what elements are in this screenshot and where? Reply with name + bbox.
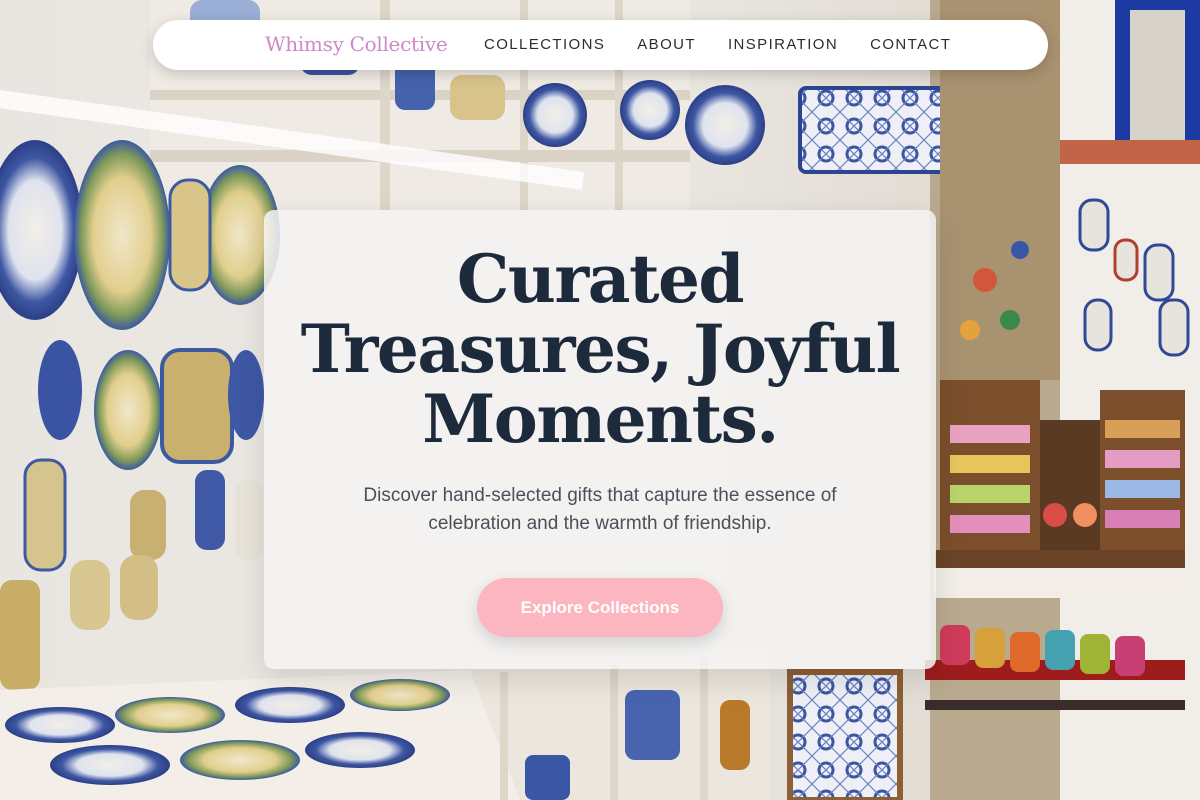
nav-link-about[interactable]: ABOUT: [637, 36, 696, 53]
nav-link-contact[interactable]: CONTACT: [870, 36, 951, 53]
hero-title: Curated Treasures, Joyful Moments.: [284, 244, 916, 454]
top-navigation-bar: Whimsy Collective COLLECTIONS ABOUT INSP…: [153, 20, 1048, 70]
brand-logo-link[interactable]: Whimsy Collective: [265, 32, 448, 56]
nav-links: COLLECTIONS ABOUT INSPIRATION CONTACT: [484, 36, 951, 53]
hero-subtitle: Discover hand-selected gifts that captur…: [304, 482, 896, 538]
hero-subtitle-line: Discover hand-selected gifts that captur…: [363, 485, 837, 506]
hero-subtitle-line: celebration and the warmth of friendship…: [428, 513, 772, 534]
hero-title-line: Treasures, Joyful: [300, 310, 901, 388]
nav-link-inspiration[interactable]: INSPIRATION: [728, 36, 838, 53]
hero-title-line: Curated: [456, 240, 745, 318]
nav-link-collections[interactable]: COLLECTIONS: [484, 36, 605, 53]
hero-title-line: Moments.: [422, 380, 779, 458]
explore-collections-button[interactable]: Explore Collections: [477, 578, 723, 637]
hero-card: Curated Treasures, Joyful Moments. Disco…: [264, 210, 936, 669]
